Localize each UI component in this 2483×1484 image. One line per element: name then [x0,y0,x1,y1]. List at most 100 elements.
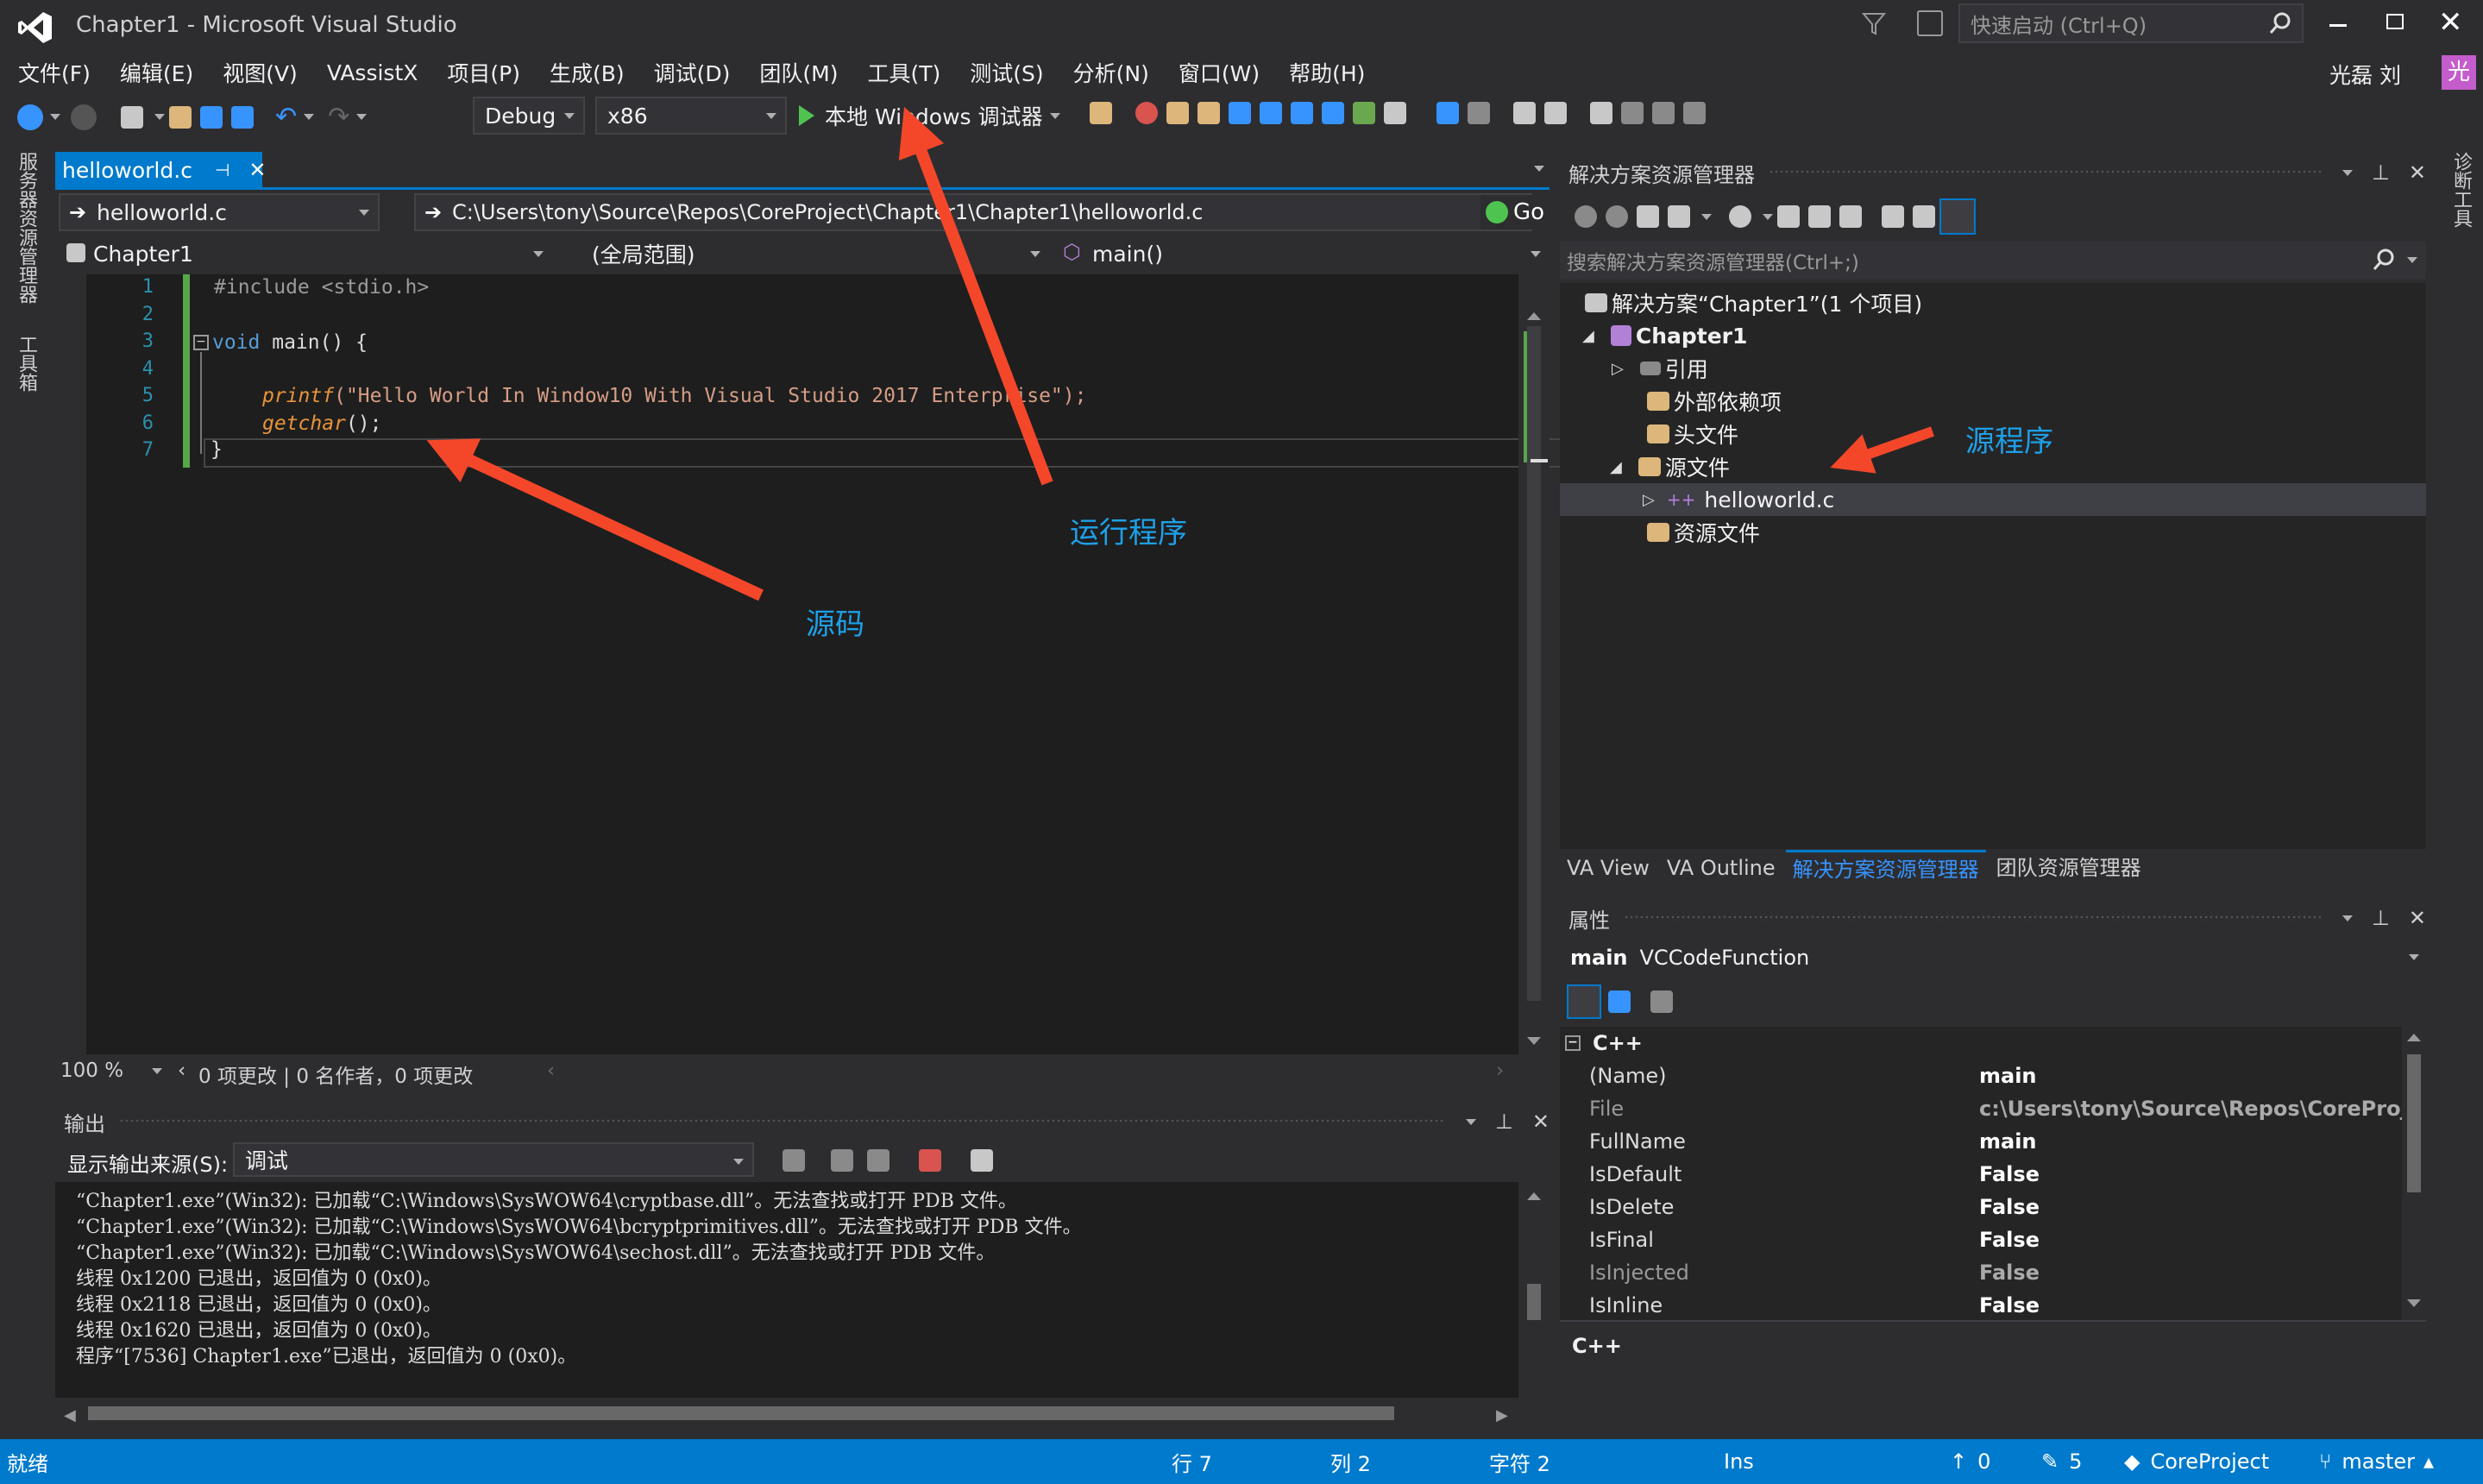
window-icon[interactable] [1384,102,1406,124]
tree-helloworld-file[interactable]: ▷ ++ helloworld.c [1643,483,1834,516]
property-row[interactable]: IsDefault False [1560,1158,2402,1191]
menu-item[interactable]: 工具(T) [858,57,950,88]
property-value[interactable]: False [1979,1162,2040,1186]
se-pin-icon[interactable]: ⊥ [2372,160,2390,185]
menu-item[interactable]: 编辑(E) [110,57,203,88]
server-explorer-tab[interactable]: 服务器资源管理器 [12,152,40,304]
home-icon[interactable] [1637,205,1659,228]
menu-item[interactable]: 生成(B) [540,57,634,88]
property-value[interactable]: False [1979,1195,2040,1219]
collapsed-arrow-icon[interactable]: ▷ [1643,491,1655,509]
tab-team-explorer[interactable]: 团队资源管理器 [1990,851,2148,885]
uncomment-icon[interactable] [1544,102,1567,124]
menu-item[interactable]: 窗口(W) [1169,57,1269,88]
menu-item[interactable]: 帮助(H) [1279,57,1374,88]
output-source-dropdown[interactable]: 调试 [233,1142,754,1177]
menu-item[interactable]: 视图(V) [213,57,307,88]
property-row[interactable]: (Name) main [1560,1060,2402,1092]
folder-icon[interactable] [1166,102,1189,124]
tree-external-deps[interactable]: 外部依赖项 [1643,385,1782,418]
sync-icon[interactable] [1777,205,1800,228]
tree-source-files[interactable]: ◢ 源文件 [1610,450,1730,483]
pin-icon[interactable]: ⊣ [215,160,229,180]
tree-references[interactable]: ▷ 引用 [1612,352,1708,385]
property-value[interactable]: main [1979,1064,2037,1088]
back-icon[interactable] [17,104,43,130]
preview-icon[interactable] [1939,198,1976,235]
menu-item[interactable]: 分析(N) [1064,57,1159,88]
property-pages-icon[interactable] [1650,990,1673,1013]
find-next-icon[interactable] [867,1149,889,1172]
feedback-icon[interactable] [1917,10,1943,36]
se-close-icon[interactable]: ✕ [2409,160,2426,185]
indent-icon[interactable] [1436,102,1459,124]
menu-item[interactable]: 测试(S) [960,57,1053,88]
tree-resource-files[interactable]: 资源文件 [1643,516,1760,549]
property-row[interactable]: FullName main [1560,1125,2402,1158]
property-row[interactable]: IsDelete False [1560,1191,2402,1223]
properties-vscrollbar[interactable] [2402,1027,2426,1320]
goto-next-icon[interactable] [831,1149,853,1172]
properties-icon[interactable] [1913,205,1935,228]
scope-combo[interactable]: (全局范围) [559,236,1049,271]
property-value[interactable]: False [1979,1293,2040,1317]
file-combo[interactable]: ➔ helloworld.c [59,193,380,231]
collapse-all-icon[interactable] [1808,205,1831,228]
collapse-icon[interactable]: − [193,335,209,350]
close-output-icon[interactable]: ✕ [1532,1110,1550,1134]
undo-icon[interactable]: ↶ [275,102,297,132]
prev-bookmark-icon[interactable] [1621,102,1644,124]
clear-bookmark-icon[interactable] [1683,102,1706,124]
find-icon[interactable] [1197,102,1220,124]
find-symbol-icon[interactable] [1229,102,1251,124]
alphabetical-icon[interactable] [1608,990,1631,1013]
search-icon[interactable] [2269,12,2291,35]
property-row[interactable]: IsInline False [1560,1289,2402,1320]
filter-icon[interactable] [1861,10,1887,36]
property-value[interactable]: False [1979,1228,2040,1252]
back-icon[interactable] [1575,205,1597,228]
output-menu-icon[interactable] [1465,1118,1476,1125]
close-tab-icon[interactable]: ✕ [248,158,266,182]
check-icon[interactable] [1353,102,1375,124]
props-pin-icon[interactable]: ⊥ [2372,906,2390,930]
tab-va-view[interactable]: VA View [1560,851,1656,885]
search-icon[interactable] [2373,248,2395,271]
categorized-icon[interactable] [1567,984,1601,1019]
se-menu-icon[interactable] [2342,169,2353,176]
menu-item[interactable]: 调试(D) [644,57,740,88]
output-vscrollbar[interactable] [1518,1182,1550,1398]
history-icon[interactable] [1729,205,1751,228]
pin-icon[interactable]: ⊥ [1495,1110,1513,1134]
forward-icon[interactable] [71,104,97,130]
expand-arrow-icon[interactable]: ◢ [1582,327,1594,345]
menu-item[interactable]: 团队(M) [750,57,847,88]
step-out-icon[interactable] [1322,102,1344,124]
category-cpp[interactable]: − C++ [1565,1028,1643,1058]
user-name[interactable]: 光磊 刘 [2329,59,2401,90]
avatar[interactable]: 光 [2442,55,2476,90]
restore-button[interactable] [2386,14,2404,29]
outdent-icon[interactable] [1468,102,1490,124]
property-value[interactable]: c:\Users\tony\Source\Repos\CoreProje [1979,1097,2422,1121]
property-row[interactable]: IsFinal False [1560,1223,2402,1256]
attach-icon[interactable] [1090,102,1112,124]
tree-solution[interactable]: 解决方案“Chapter1”(1 个项目) [1581,286,1922,319]
open-file-icon[interactable] [169,105,192,129]
tab-overflow-icon[interactable] [1534,166,1544,172]
property-value[interactable]: main [1979,1129,2037,1154]
view-code-icon[interactable] [1882,205,1904,228]
menu-item[interactable]: VAssistX [317,60,428,85]
pending-changes[interactable]: ✎ 5 [2041,1439,2082,1484]
property-row[interactable]: IsInjected False [1560,1256,2402,1289]
step-into-icon[interactable] [1291,102,1313,124]
show-all-icon[interactable] [1839,205,1862,228]
minimize-button[interactable] [2329,24,2347,27]
config-dropdown[interactable]: Debug [473,97,585,135]
path-combo[interactable]: ➔ C:\Users\tony\Source\Repos\CoreProject… [414,193,1532,231]
bookmark-icon[interactable] [1590,102,1612,124]
branch-indicator[interactable]: ⑂ master ▴ [2319,1439,2434,1484]
solution-search-box[interactable]: 搜索解决方案资源管理器(Ctrl+;) [1560,242,2426,280]
tree-header-files[interactable]: 头文件 [1643,418,1738,450]
output-hscrollbar[interactable]: ◀ ▶ [55,1398,1518,1427]
